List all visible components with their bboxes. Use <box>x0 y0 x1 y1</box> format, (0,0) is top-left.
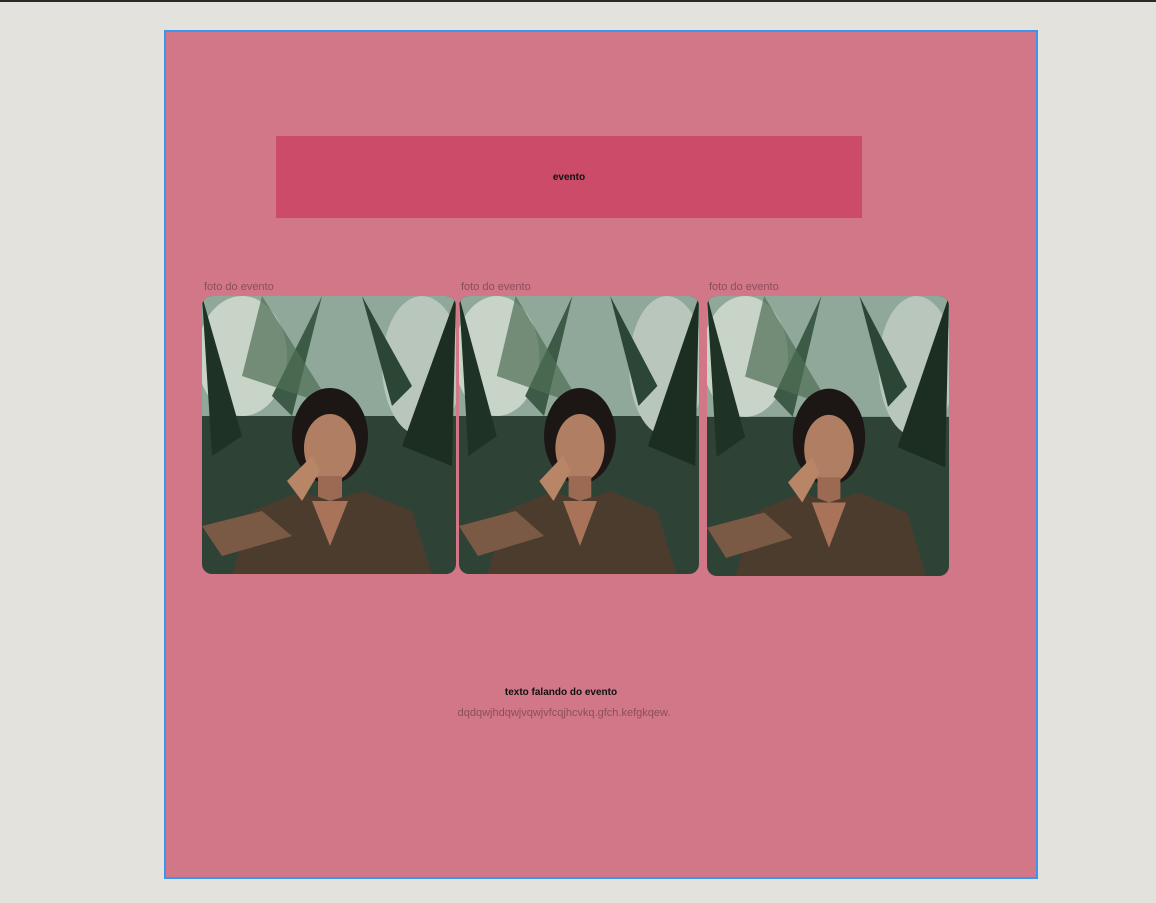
event-description-body: dqdqwjhdqwjvqwjvfcqjhcvkq.gfch.kefgkqew. <box>457 707 671 719</box>
top-border <box>0 0 1156 2</box>
photo-label-3: foto do evento <box>709 281 779 293</box>
photo-label-1: foto do evento <box>204 281 274 293</box>
photo-label-2: foto do evento <box>461 281 531 293</box>
event-photo-2[interactable] <box>459 296 699 574</box>
event-banner-label: evento <box>552 171 586 183</box>
event-photo-3[interactable] <box>707 296 949 576</box>
event-frame[interactable]: evento foto do evento foto do evento fot… <box>164 30 1038 879</box>
event-banner[interactable]: evento <box>276 136 862 218</box>
event-photo-1[interactable] <box>202 296 456 574</box>
event-description-title: texto falando do evento <box>504 687 618 698</box>
portrait-photo-image <box>707 296 949 576</box>
portrait-photo-image <box>459 296 699 574</box>
portrait-photo-image <box>202 296 456 574</box>
